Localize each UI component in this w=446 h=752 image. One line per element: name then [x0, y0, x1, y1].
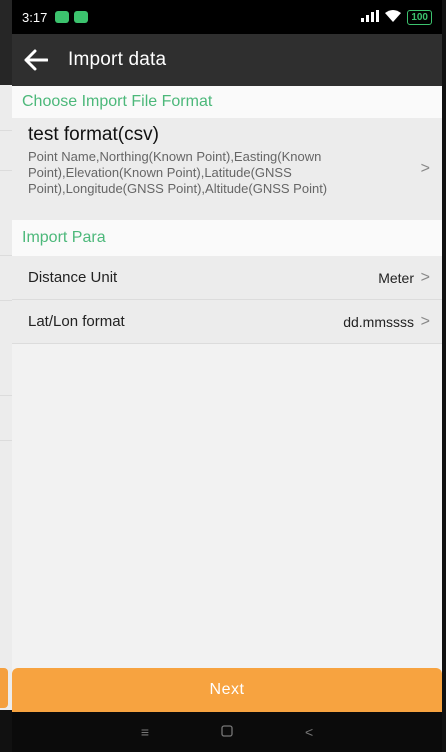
battery-icon: 100 [407, 9, 432, 25]
back-nav-icon[interactable]: < [305, 724, 313, 740]
format-name: test format(csv) [28, 124, 159, 145]
status-indicators: 100 [361, 9, 432, 25]
import-format-selector[interactable]: test format(csv) Point Name,Northing(Kno… [12, 118, 442, 220]
page-title: Import data [68, 49, 167, 70]
next-button[interactable]: Next [12, 668, 442, 712]
notification-icon [74, 11, 89, 23]
home-icon[interactable] [221, 724, 233, 740]
row-label: Distance Unit [28, 269, 118, 286]
format-fields: Point Name,Northing(Known Point),Easting… [28, 149, 328, 196]
menu-icon[interactable]: ≡ [141, 724, 149, 740]
phone-screen: 3:17 100 Import data Choose Import File … [12, 0, 442, 752]
background-toolbar [0, 0, 12, 85]
status-time: 3:17 [22, 9, 48, 25]
chevron-right-icon: > [420, 312, 430, 330]
system-nav-bar: ≡ < [12, 712, 442, 752]
latlon-format-row[interactable]: Lat/Lon format dd.mmssss > [12, 300, 442, 344]
notification-icon [55, 11, 70, 23]
background-app-edge-right [442, 0, 446, 752]
distance-unit-row[interactable]: Distance Unit Meter > [12, 256, 442, 300]
section-header-import-para: Import Para [12, 220, 442, 256]
chevron-right-icon: > [420, 268, 430, 286]
row-value: Meter [378, 269, 414, 286]
wifi-icon [385, 9, 402, 25]
row-label: Lat/Lon format [28, 313, 125, 330]
status-bar: 3:17 100 [12, 0, 442, 34]
row-value: dd.mmssss [343, 313, 414, 330]
background-nav [0, 710, 12, 752]
background-button [0, 668, 8, 708]
chevron-right-icon: > [420, 160, 430, 177]
signal-icon [361, 9, 380, 25]
back-arrow-icon[interactable] [22, 46, 50, 74]
section-header-file-format: Choose Import File Format [12, 86, 442, 118]
app-toolbar: Import data [12, 34, 442, 86]
background-app-edge [0, 0, 30, 752]
